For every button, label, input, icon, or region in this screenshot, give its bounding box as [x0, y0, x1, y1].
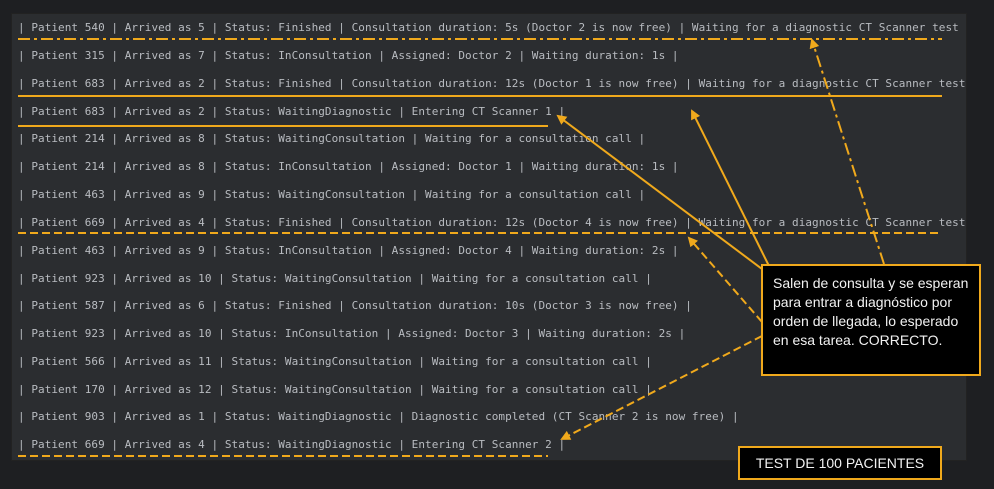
arrow-dashdot	[809, 38, 885, 265]
arrow-dashed	[687, 236, 763, 323]
annotation-callout: Salen de consulta y se esperan para entr…	[761, 264, 981, 376]
annotation-overlay	[18, 38, 942, 457]
arrow-dashed	[560, 335, 763, 440]
arrow-solid	[556, 114, 767, 273]
test-label: TEST DE 100 PACIENTES	[738, 446, 942, 480]
arrow-solid	[691, 109, 771, 269]
